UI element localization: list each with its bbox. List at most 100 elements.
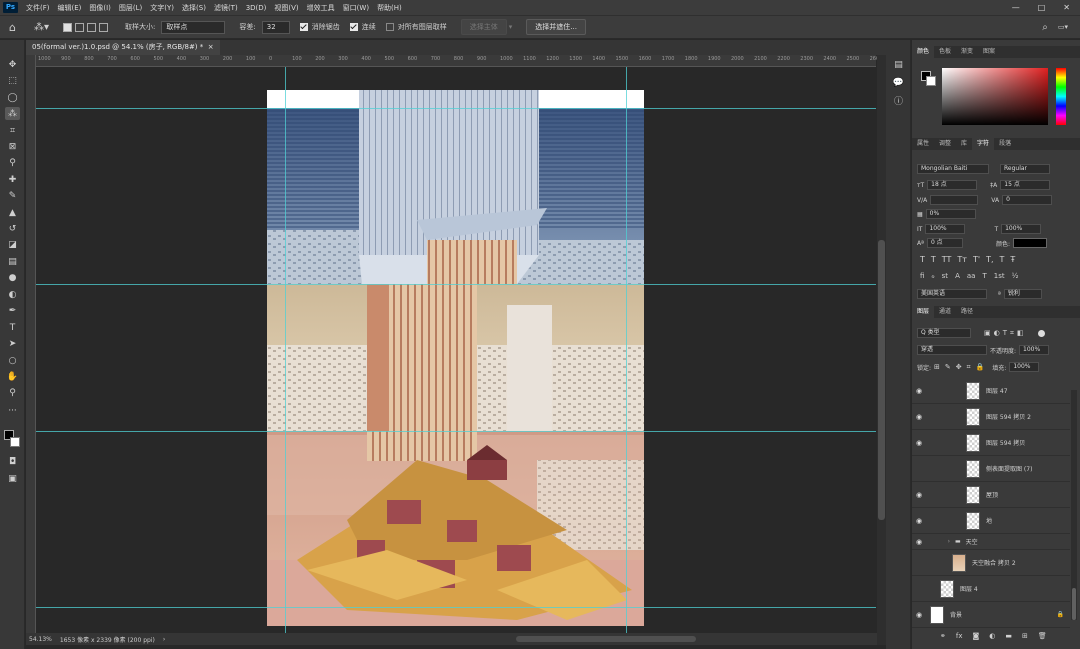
- leading-input[interactable]: 15 点: [1000, 180, 1051, 190]
- vertical-scale-input[interactable]: 100%: [925, 224, 966, 234]
- select-subject-button[interactable]: 选择主体: [460, 19, 507, 35]
- alternates-icon[interactable]: A: [955, 272, 960, 280]
- menu-view[interactable]: 视图(V): [270, 3, 302, 13]
- layer-filter-select[interactable]: Q 类型: [917, 328, 971, 338]
- magic-wand-tool-icon[interactable]: ⁂: [5, 107, 20, 120]
- layer-row[interactable]: ◉ 图层 594 拷贝: [912, 430, 1070, 456]
- menu-layer[interactable]: 图层(L): [115, 3, 146, 13]
- new-selection-icon[interactable]: [63, 22, 73, 32]
- sample-size-select[interactable]: 取样点: [161, 20, 226, 34]
- menu-edit[interactable]: 编辑(E): [54, 3, 86, 13]
- gradient-tool-icon[interactable]: ▤: [5, 255, 20, 268]
- quick-mask-icon[interactable]: ◘: [5, 455, 20, 468]
- more-tools-icon[interactable]: ···: [5, 404, 20, 417]
- contiguous-checkbox[interactable]: [349, 23, 358, 31]
- filter-toggle-icon[interactable]: [1037, 329, 1045, 337]
- baseline-shift-input[interactable]: 0 点: [926, 238, 963, 248]
- close-tab-icon[interactable]: ×: [208, 43, 214, 51]
- shape-tool-icon[interactable]: ○: [5, 354, 20, 367]
- language-select[interactable]: 美国英语: [917, 289, 987, 299]
- close-window-button[interactable]: ✕: [1063, 3, 1070, 12]
- guide-horizontal[interactable]: [36, 607, 876, 608]
- tab-paragraph[interactable]: 段落: [994, 138, 1016, 150]
- visibility-eye-icon[interactable]: ◉: [912, 491, 926, 499]
- search-icon[interactable]: ⌕: [1042, 22, 1048, 33]
- superscript-icon[interactable]: T': [973, 255, 980, 264]
- color-picker-field[interactable]: [942, 68, 1048, 125]
- zoom-tool-icon[interactable]: ⚲: [5, 386, 20, 399]
- screen-mode-icon[interactable]: ▣: [5, 472, 20, 485]
- visibility-eye-icon[interactable]: ◉: [912, 538, 926, 546]
- intersect-selection-icon[interactable]: [99, 22, 109, 32]
- guide-horizontal[interactable]: [36, 284, 876, 285]
- blend-mode-select[interactable]: 穿透: [917, 345, 987, 355]
- faux-italic-icon[interactable]: T: [931, 255, 936, 264]
- frame-tool-icon[interactable]: ⊠: [5, 140, 20, 153]
- fill-input[interactable]: 100%: [1009, 362, 1040, 372]
- background-swatch[interactable]: [926, 76, 936, 86]
- workspace-icon[interactable]: ▭▾: [1058, 23, 1068, 31]
- menu-image[interactable]: 图像(I): [85, 3, 115, 13]
- status-arrow-icon[interactable]: ›: [163, 636, 165, 643]
- layers-scrollbar[interactable]: [1071, 390, 1077, 620]
- eraser-tool-icon[interactable]: ◪: [5, 238, 20, 251]
- tab-properties[interactable]: 属性: [912, 138, 934, 150]
- horizontal-scale-input[interactable]: 100%: [1001, 224, 1042, 234]
- group-expand-icon[interactable]: ›: [926, 538, 950, 545]
- visibility-eye-icon[interactable]: ◉: [912, 611, 926, 619]
- small-caps-icon[interactable]: Tт: [957, 255, 967, 264]
- text-color-swatch[interactable]: [1012, 238, 1047, 248]
- scrollbar-thumb[interactable]: [878, 240, 885, 520]
- type-tool-icon[interactable]: T: [5, 321, 20, 334]
- opacity-input[interactable]: 100%: [1019, 345, 1050, 355]
- layer-row[interactable]: ◉ 地: [912, 508, 1070, 534]
- move-tool-icon[interactable]: ✥: [5, 58, 20, 71]
- layer-row[interactable]: ◉ 图层 594 拷贝 2: [912, 404, 1070, 430]
- document-tab[interactable]: 05(formal ver.)1.0.psd @ 54.1% (房子, RGB/…: [26, 40, 220, 55]
- blur-tool-icon[interactable]: ●: [5, 271, 20, 284]
- kerning-input[interactable]: [930, 195, 979, 205]
- tab-layers[interactable]: 图层: [912, 306, 935, 318]
- strikethrough-icon[interactable]: Ŧ: [1010, 255, 1015, 264]
- all-caps-icon[interactable]: TT: [942, 255, 952, 264]
- titling-icon[interactable]: aa: [967, 272, 976, 280]
- visibility-eye-icon[interactable]: ◉: [912, 387, 926, 395]
- stamp-tool-icon[interactable]: ▲: [5, 206, 20, 219]
- document-canvas[interactable]: [267, 90, 644, 626]
- magic-wand-tool-icon[interactable]: ⁂▾: [34, 22, 49, 33]
- path-select-icon[interactable]: ➤: [5, 337, 20, 350]
- font-style-select[interactable]: Regular: [1000, 164, 1050, 174]
- marquee-tool-icon[interactable]: ⬚: [5, 74, 20, 87]
- adjustment-layer-icon[interactable]: ◐: [989, 632, 995, 640]
- minimize-button[interactable]: —: [1012, 3, 1020, 12]
- antialias-checkbox[interactable]: [299, 23, 308, 31]
- visibility-eye-icon[interactable]: ◉: [912, 439, 926, 447]
- crop-tool-icon[interactable]: ⌗: [5, 124, 20, 137]
- guide-vertical[interactable]: [626, 67, 627, 633]
- pen-tool-icon[interactable]: ✒: [5, 304, 20, 317]
- history-panel-icon[interactable]: ▤: [891, 58, 906, 71]
- menu-select[interactable]: 选择(S): [178, 3, 210, 13]
- font-family-select[interactable]: Mongolian Baiti: [917, 164, 989, 174]
- menu-window[interactable]: 窗口(W): [339, 3, 373, 13]
- font-size-input[interactable]: 18 点: [927, 180, 978, 190]
- home-icon[interactable]: ⌂: [9, 21, 16, 34]
- fractions-icon[interactable]: 1st: [994, 272, 1005, 280]
- visibility-eye-icon[interactable]: ◉: [912, 517, 926, 525]
- tab-paths[interactable]: 路径: [956, 306, 978, 318]
- layer-row[interactable]: ◉ 图层 47: [912, 378, 1070, 404]
- ordinals-icon[interactable]: T: [982, 272, 986, 280]
- guide-vertical[interactable]: [285, 67, 286, 633]
- brush-tool-icon[interactable]: ✎: [5, 189, 20, 202]
- tab-gradients[interactable]: 渐变: [956, 46, 978, 58]
- info-panel-icon[interactable]: ⓘ: [891, 94, 906, 107]
- tab-color[interactable]: 颜色: [912, 46, 935, 58]
- faux-bold-icon[interactable]: T: [920, 255, 925, 264]
- select-subject-dropdown-icon[interactable]: ▾: [509, 23, 513, 31]
- menu-3d[interactable]: 3D(D): [242, 4, 271, 12]
- background-color-swatch[interactable]: [10, 437, 20, 447]
- healing-brush-icon[interactable]: ✚: [5, 173, 20, 186]
- tab-adjustments[interactable]: 调整: [934, 138, 956, 150]
- maximize-button[interactable]: □: [1038, 3, 1046, 12]
- new-group-icon[interactable]: ▬: [1005, 632, 1012, 640]
